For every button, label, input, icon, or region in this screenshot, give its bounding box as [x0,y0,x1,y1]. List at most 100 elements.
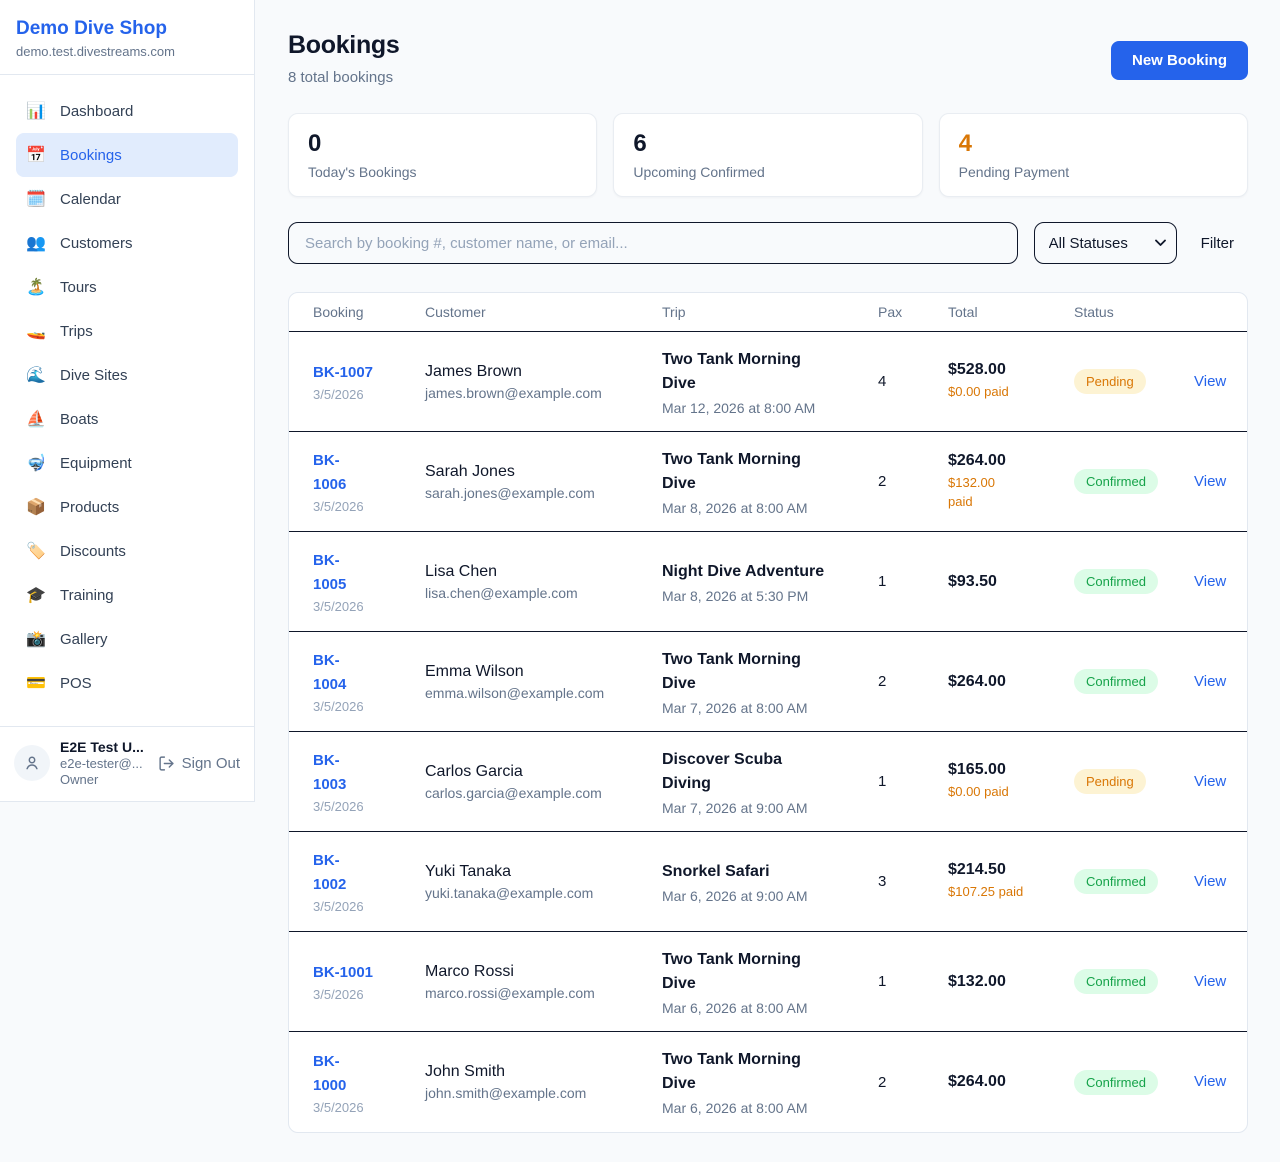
status-select[interactable]: All Statuses [1034,222,1177,264]
total-cell: $264.00 [948,673,1074,691]
customer-cell: John Smith john.smith@example.com [425,1063,662,1101]
training-icon: 🎓 [26,585,46,605]
trip-cell: Two Tank Morning Dive Mar 6, 2026 at 8:0… [662,1048,878,1116]
total-cell: $93.50 [948,573,1074,591]
sidebar-item-label: Products [60,499,119,516]
booking-cell: BK- 1004 3/5/2026 [313,649,425,714]
booking-id-link[interactable]: BK- 1005 [313,549,346,597]
booking-id-link[interactable]: BK- 1004 [313,649,346,697]
view-link[interactable]: View [1194,773,1226,790]
sidebar-item-bookings[interactable]: 📅 Bookings [16,133,238,177]
amount-paid: $0.00 paid [948,783,1074,802]
view-link[interactable]: View [1194,573,1226,590]
stat-label: Today's Bookings [308,164,577,180]
sidebar-item-products[interactable]: 📦 Products [16,485,238,529]
pax-value: 1 [878,573,948,590]
booking-cell: BK- 1006 3/5/2026 [313,449,425,514]
sidebar-item-label: Gallery [60,631,108,648]
pax-value: 3 [878,873,948,890]
view-link[interactable]: View [1194,473,1226,490]
view-link[interactable]: View [1194,973,1226,990]
sidebar-item-boats[interactable]: ⛵ Boats [16,397,238,441]
sidebar-item-equipment[interactable]: 🤿 Equipment [16,441,238,485]
view-link[interactable]: View [1194,1073,1226,1090]
status-cell: Pending [1074,769,1194,794]
person-icon [23,754,41,772]
booking-id-link[interactable]: BK-1001 [313,961,373,985]
customer-name: John Smith [425,1063,662,1081]
sidebar-item-training[interactable]: 🎓 Training [16,573,238,617]
search-input[interactable] [288,222,1018,264]
page-title: Bookings [288,31,400,60]
filter-button[interactable]: Filter [1201,235,1234,252]
view-link[interactable]: View [1194,873,1226,890]
booking-cell: BK- 1005 3/5/2026 [313,549,425,614]
trip-cell: Night Dive Adventure Mar 8, 2026 at 5:30… [662,560,878,604]
trip-datetime: Mar 12, 2026 at 8:00 AM [662,400,878,416]
stat-label: Upcoming Confirmed [633,164,902,180]
sidebar-item-dive-sites[interactable]: 🌊 Dive Sites [16,353,238,397]
booking-id-link[interactable]: BK- 1000 [313,1050,346,1098]
booking-date: 3/5/2026 [313,987,425,1002]
booking-id-link[interactable]: BK- 1003 [313,749,346,797]
sidebar-item-calendar[interactable]: 🗓️ Calendar [16,177,238,221]
table-row: BK- 1005 3/5/2026 Lisa Chen lisa.chen@ex… [289,532,1247,632]
status-badge: Confirmed [1074,669,1158,694]
total-cell: $165.00 $0.00 paid [948,761,1074,802]
trip-datetime: Mar 6, 2026 at 8:00 AM [662,1000,878,1016]
amount-paid: $107.25 paid [948,883,1074,902]
stat-card: 4 Pending Payment [939,113,1248,197]
booking-date: 3/5/2026 [313,1100,425,1115]
customers-icon: 👥 [26,233,46,253]
view-link[interactable]: View [1194,673,1226,690]
trip-name: Two Tank Morning Dive [662,948,878,996]
booking-id-link[interactable]: BK- 1006 [313,449,346,497]
col-header-customer: Customer [425,304,662,320]
customer-email: sarah.jones@example.com [425,485,662,501]
customer-email: john.smith@example.com [425,1085,662,1101]
status-badge: Confirmed [1074,969,1158,994]
table-row: BK- 1000 3/5/2026 John Smith john.smith@… [289,1032,1247,1132]
total-amount: $528.00 [948,361,1074,379]
status-cell: Confirmed [1074,669,1194,694]
booking-cell: BK- 1002 3/5/2026 [313,849,425,914]
sidebar-item-customers[interactable]: 👥 Customers [16,221,238,265]
customer-email: lisa.chen@example.com [425,585,662,601]
sidebar-item-label: Discounts [60,543,126,560]
view-link[interactable]: View [1194,373,1226,390]
total-amount: $264.00 [948,673,1074,691]
booking-cell: BK- 1000 3/5/2026 [313,1050,425,1115]
sidebar-item-trips[interactable]: 🚤 Trips [16,309,238,353]
customer-name: Lisa Chen [425,563,662,581]
total-amount: $132.00 [948,973,1074,991]
sidebar-item-dashboard[interactable]: 📊 Dashboard [16,89,238,133]
customer-name: James Brown [425,363,662,381]
customer-email: carlos.garcia@example.com [425,785,662,801]
user-avatar [14,745,50,781]
sign-out-button[interactable]: Sign Out [158,755,240,772]
sidebar-item-pos[interactable]: 💳 POS [16,661,238,705]
booking-date: 3/5/2026 [313,599,425,614]
pos-icon: 💳 [26,673,46,693]
status-badge: Pending [1074,769,1146,794]
sidebar-item-discounts[interactable]: 🏷️ Discounts [16,529,238,573]
sidebar-nav: 📊 Dashboard 📅 Bookings 🗓️ Calendar 👥 Cus… [0,75,254,719]
booking-cell: BK-1001 3/5/2026 [313,961,425,1002]
booking-date: 3/5/2026 [313,699,425,714]
customer-name: Yuki Tanaka [425,863,662,881]
customer-name: Emma Wilson [425,663,662,681]
new-booking-button[interactable]: New Booking [1111,41,1248,80]
booking-id-link[interactable]: BK- 1002 [313,849,346,897]
trip-cell: Two Tank Morning Dive Mar 8, 2026 at 8:0… [662,448,878,516]
col-header-pax: Pax [878,304,948,320]
sidebar-item-gallery[interactable]: 📸 Gallery [16,617,238,661]
customer-name: Sarah Jones [425,463,662,481]
trip-datetime: Mar 7, 2026 at 8:00 AM [662,700,878,716]
trip-name: Two Tank Morning Dive [662,648,878,696]
tours-icon: 🏝️ [26,277,46,297]
stat-card: 6 Upcoming Confirmed [613,113,922,197]
sidebar-item-tours[interactable]: 🏝️ Tours [16,265,238,309]
table-body: BK-1007 3/5/2026 James Brown james.brown… [289,332,1247,1132]
total-amount: $214.50 [948,861,1074,879]
booking-id-link[interactable]: BK-1007 [313,361,373,385]
